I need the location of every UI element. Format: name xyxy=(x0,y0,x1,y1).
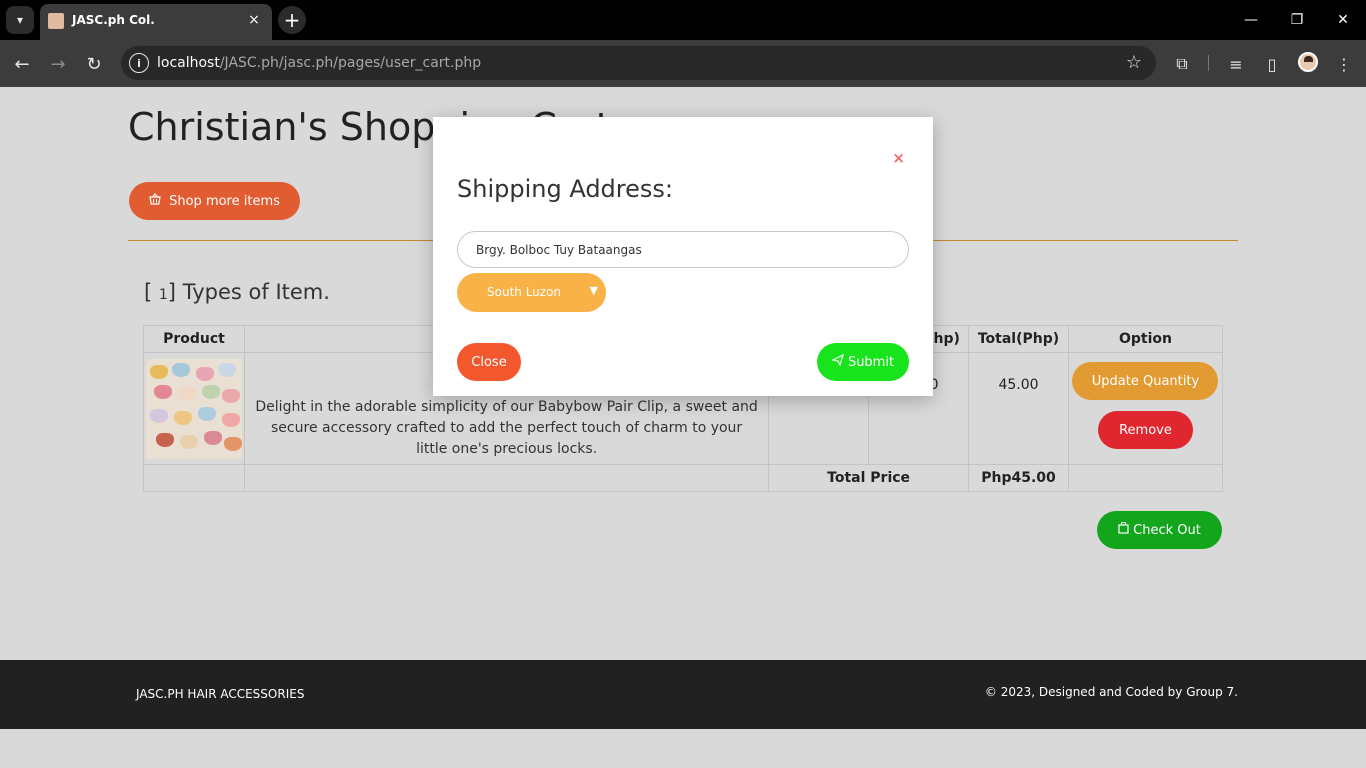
total-price-label: Total Price xyxy=(768,464,970,492)
side-panel-icon[interactable]: ▯ xyxy=(1260,52,1284,76)
modal-title: Shipping Address: xyxy=(457,175,673,203)
bag-icon xyxy=(1118,521,1129,538)
option-cell: Update Quantity Remove xyxy=(1067,352,1224,465)
media-control-icon[interactable]: ≡ xyxy=(1224,52,1248,76)
send-icon xyxy=(831,353,844,370)
toolbar-separator xyxy=(1208,55,1209,71)
footer-brand: JASC.PH HAIR ACCESSORIES xyxy=(136,687,305,701)
empty-cell xyxy=(1067,464,1224,492)
tab-search-icon[interactable]: ▾ xyxy=(6,6,34,34)
submit-button[interactable]: Submit xyxy=(817,343,909,381)
close-window-icon[interactable]: ✕ xyxy=(1331,8,1355,32)
browser-tab-bar: ▾ JASC.ph Col. × + — ❐ ✕ xyxy=(0,0,1366,40)
extensions-icon[interactable]: ⧉ xyxy=(1170,52,1194,76)
tab-title: JASC.ph Col. xyxy=(72,13,155,27)
site-info-icon[interactable]: i xyxy=(129,53,149,73)
basket-icon xyxy=(149,193,161,209)
shipping-address-modal: × Shipping Address: South Luzon ▼ Close … xyxy=(433,117,933,396)
menu-kebab-icon[interactable]: ⋮ xyxy=(1332,52,1356,76)
tab-favicon-icon xyxy=(48,13,64,29)
region-selected-value: South Luzon xyxy=(487,285,562,299)
total-cell: 45.00 xyxy=(968,352,1069,465)
address-bar[interactable]: i localhost/JASC.ph/jasc.ph/pages/user_c… xyxy=(121,46,1156,80)
back-arrow-icon[interactable]: ← xyxy=(8,50,36,78)
tab-close-icon[interactable]: × xyxy=(244,10,264,30)
submit-label: Submit xyxy=(847,354,895,370)
types-of-item-heading: [ 1] Types of Item. xyxy=(144,280,330,304)
update-quantity-button[interactable]: Update Quantity xyxy=(1072,362,1219,400)
browser-toolbar: ← → ↻ i localhost/JASC.ph/jasc.ph/pages/… xyxy=(0,40,1366,87)
shop-more-label: Shop more items xyxy=(169,193,280,209)
chevron-down-icon: ▼ xyxy=(589,284,598,297)
bookmark-star-icon[interactable]: ☆ xyxy=(1126,52,1142,73)
shipping-address-input[interactable] xyxy=(457,231,909,268)
reload-icon[interactable]: ↻ xyxy=(80,50,108,78)
restore-icon[interactable]: ❐ xyxy=(1285,8,1309,32)
close-button[interactable]: Close xyxy=(457,343,521,381)
url-text: localhost/JASC.ph/jasc.ph/pages/user_car… xyxy=(157,55,482,71)
column-header: Product xyxy=(143,325,245,353)
column-header: Option xyxy=(1067,325,1224,353)
forward-arrow-icon[interactable]: → xyxy=(44,50,72,78)
total-row: Total Price Php45.00 xyxy=(143,464,1224,492)
footer-copyright: © 2023, Designed and Coded by Group 7. xyxy=(984,685,1238,699)
product-image-cell xyxy=(143,352,245,465)
modal-close-icon[interactable]: × xyxy=(892,149,905,167)
new-tab-button[interactable]: + xyxy=(278,6,306,34)
total-price-value: Php45.00 xyxy=(968,464,1069,492)
minimize-icon[interactable]: — xyxy=(1239,8,1263,32)
remove-button[interactable]: Remove xyxy=(1097,411,1193,449)
shop-more-button[interactable]: Shop more items xyxy=(129,182,300,220)
checkout-button[interactable]: Check Out xyxy=(1097,511,1222,549)
footer: JASC.PH HAIR ACCESSORIES © 2023, Designe… xyxy=(0,660,1366,729)
region-select[interactable]: South Luzon ▼ xyxy=(457,273,606,312)
column-header: Total(Php) xyxy=(968,325,1069,353)
checkout-label: Check Out xyxy=(1133,522,1201,538)
browser-tab[interactable]: JASC.ph Col. × xyxy=(40,4,272,40)
profile-avatar-icon[interactable] xyxy=(1298,52,1318,72)
product-image[interactable] xyxy=(145,358,242,459)
empty-cell xyxy=(243,464,770,492)
empty-cell xyxy=(143,464,245,492)
